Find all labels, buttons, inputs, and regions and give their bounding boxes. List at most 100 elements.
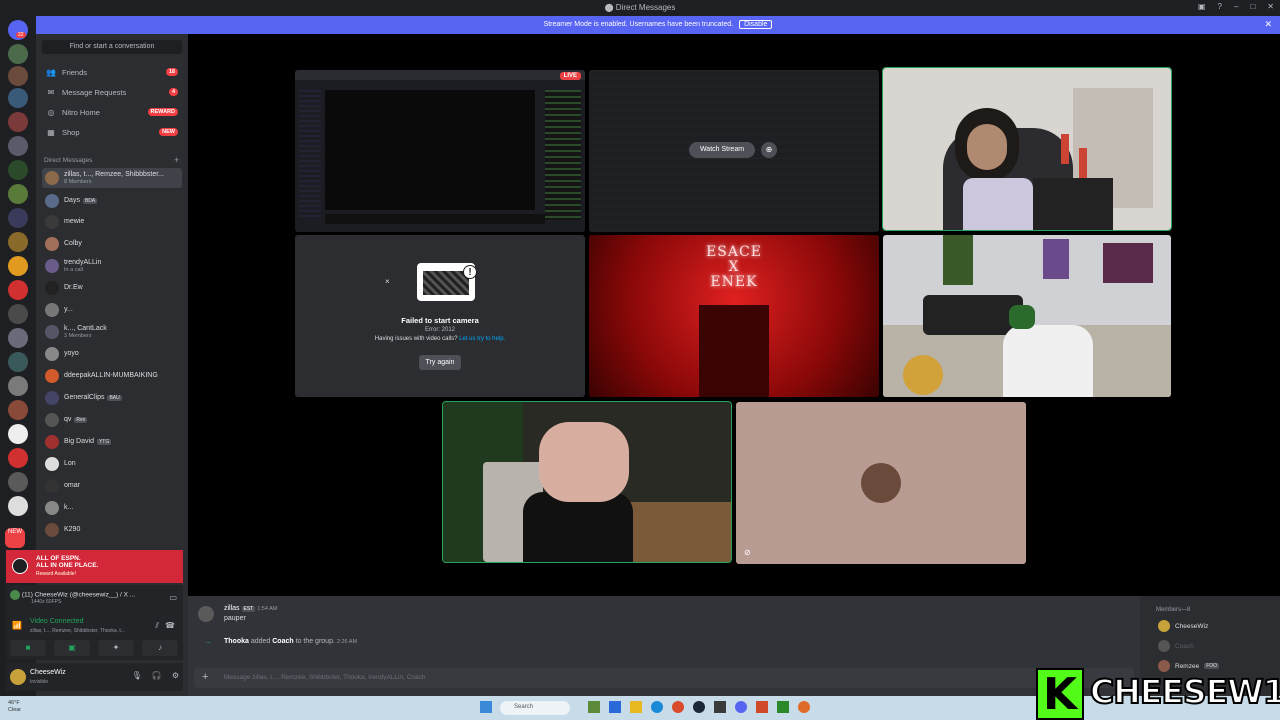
dm-item[interactable]: Days BDA — [42, 191, 182, 211]
stream-preview-tile[interactable]: Watch Stream ⊕ — [589, 70, 879, 232]
dm-item[interactable]: Dr.Ew — [42, 278, 182, 298]
brave-icon[interactable] — [756, 701, 768, 713]
server-icon[interactable] — [8, 232, 28, 252]
dm-item[interactable]: trendyALLin In a call — [42, 256, 182, 276]
dm-item[interactable]: Lon — [42, 454, 182, 474]
server-icon[interactable] — [8, 376, 28, 396]
nav-message-requests[interactable]: ✉ Message Requests 4 — [42, 84, 182, 100]
try-again-button[interactable]: Try again — [419, 355, 461, 370]
help-icon[interactable]: ? — [1218, 2, 1222, 11]
room-tile[interactable] — [883, 235, 1171, 397]
system-actor[interactable]: Thooka — [224, 638, 249, 645]
find-conversation-button[interactable]: Find or start a conversation — [42, 40, 182, 54]
folder-icon[interactable] — [630, 701, 642, 713]
server-icon[interactable] — [8, 208, 28, 228]
disable-streamer-mode-button[interactable]: Disable — [739, 20, 773, 29]
popout-icon[interactable]: ⊕ — [761, 142, 777, 158]
steam-icon[interactable] — [693, 701, 705, 713]
server-icon[interactable] — [8, 352, 28, 372]
server-icon[interactable] — [8, 160, 28, 180]
avatar[interactable] — [10, 669, 26, 685]
server-icon[interactable] — [8, 112, 28, 132]
activity-button[interactable]: ✦ — [98, 640, 134, 656]
help-link[interactable]: Let us try to help. — [459, 336, 505, 342]
stop-stream-icon[interactable]: ▭ — [169, 593, 177, 602]
dm-item[interactable]: y... — [42, 300, 182, 320]
screen-share-button[interactable]: ▣ — [54, 640, 90, 656]
dm-item[interactable]: K290 — [42, 520, 182, 540]
headphones-icon[interactable]: 🎧 — [152, 671, 162, 680]
app-icon[interactable] — [714, 701, 726, 713]
system-target[interactable]: Coach — [272, 638, 293, 645]
dm-item[interactable]: mewie — [42, 212, 182, 232]
nav-nitro-home[interactable]: ◎ Nitro Home REWARD — [42, 104, 182, 120]
server-icon[interactable] — [8, 304, 28, 324]
signal-icon[interactable]: 📶 — [12, 621, 22, 630]
server-icon[interactable] — [8, 136, 28, 156]
avatar-tile[interactable]: ⊘ — [736, 402, 1026, 564]
server-icon[interactable] — [8, 280, 28, 300]
app-icon[interactable] — [777, 701, 789, 713]
maximize-button[interactable]: □ — [1250, 2, 1255, 11]
promo-banner[interactable]: ALL OF ESPN. ALL IN ONE PLACE. Reward Ava… — [6, 550, 183, 583]
app-icon[interactable] — [588, 701, 600, 713]
server-icon[interactable] — [8, 400, 28, 420]
close-banner-icon[interactable]: ✕ — [1264, 19, 1272, 30]
hands-tile[interactable] — [442, 401, 732, 563]
message-input[interactable]: + Message zillas, t..., Remzee, Shibbbst… — [194, 668, 1134, 688]
minimize-button[interactable]: – — [1234, 2, 1238, 11]
app-icon[interactable] — [798, 701, 810, 713]
camera-button[interactable]: ■ — [10, 640, 46, 656]
server-icon[interactable] — [8, 256, 28, 276]
mic-icon[interactable]: 🎙 — [132, 671, 142, 680]
promo-logo — [12, 558, 28, 574]
noise-suppression-icon[interactable]: ⫽ — [155, 621, 159, 631]
dm-item[interactable]: Big David YTG — [42, 432, 182, 452]
server-icon[interactable] — [8, 88, 28, 108]
soundboard-button[interactable]: ♪ — [142, 640, 178, 656]
server-icon[interactable] — [8, 496, 28, 516]
server-icon[interactable] — [8, 328, 28, 348]
red-room-tile[interactable]: ESACE X ENEK — [589, 235, 879, 397]
dm-item[interactable]: omar — [42, 476, 182, 496]
dm-item[interactable]: k... — [42, 498, 182, 518]
dm-item[interactable]: GeneralClips BAU — [42, 388, 182, 408]
dm-item[interactable]: ddeepakALLIN-MUMBAIKING — [42, 366, 182, 386]
dm-item[interactable]: yoyo — [42, 344, 182, 364]
server-icon[interactable] — [8, 424, 28, 444]
taskbar-search[interactable]: Search — [500, 701, 570, 715]
webcam-tile[interactable] — [882, 67, 1172, 231]
gear-icon[interactable]: ⚙ — [172, 671, 179, 680]
server-icon[interactable] — [8, 448, 28, 468]
edge-icon[interactable] — [651, 701, 663, 713]
server-icon[interactable] — [8, 66, 28, 86]
server-icon[interactable] — [8, 472, 28, 492]
disconnect-icon[interactable]: ☎ — [165, 621, 175, 630]
discord-icon[interactable] — [735, 701, 747, 713]
watch-stream-button[interactable]: Watch Stream — [689, 142, 755, 158]
chrome-icon[interactable] — [672, 701, 684, 713]
create-dm-icon[interactable]: + — [174, 155, 179, 165]
server-icon[interactable] — [8, 184, 28, 204]
dm-item[interactable]: qv Rex — [42, 410, 182, 430]
dm-item[interactable]: zillas, t..., Remzee, Shibbbster... 8 Mem… — [42, 168, 182, 188]
discord-icon: ⬤ — [604, 3, 616, 12]
start-icon[interactable] — [480, 701, 492, 713]
stream-tile[interactable]: LIVE — [295, 70, 585, 232]
stream-info[interactable]: (11) CheeseWiz (@cheesewiz__) / X ... — [10, 590, 135, 600]
weather-widget[interactable]: 46°F Clear — [8, 700, 21, 714]
message-author[interactable]: zillas — [224, 605, 240, 612]
server-icon[interactable] — [8, 44, 28, 64]
dm-item[interactable]: Colby — [42, 234, 182, 254]
member-item[interactable]: CheeseWiz — [1158, 620, 1208, 632]
app-icon[interactable] — [609, 701, 621, 713]
avatar[interactable] — [198, 606, 214, 622]
nav-friends[interactable]: 👥 Friends 18 — [42, 64, 182, 80]
close-button[interactable]: ✕ — [1267, 2, 1274, 11]
kick-logo: K — [1036, 668, 1084, 720]
dm-item[interactable]: k..., CantLack 3 Members — [42, 322, 182, 342]
attach-icon[interactable]: + — [202, 671, 208, 683]
inbox-icon[interactable]: ▣ — [1198, 2, 1206, 11]
member-item[interactable]: Coach — [1158, 640, 1194, 652]
nav-shop[interactable]: ▦ Shop NEW — [42, 124, 182, 140]
